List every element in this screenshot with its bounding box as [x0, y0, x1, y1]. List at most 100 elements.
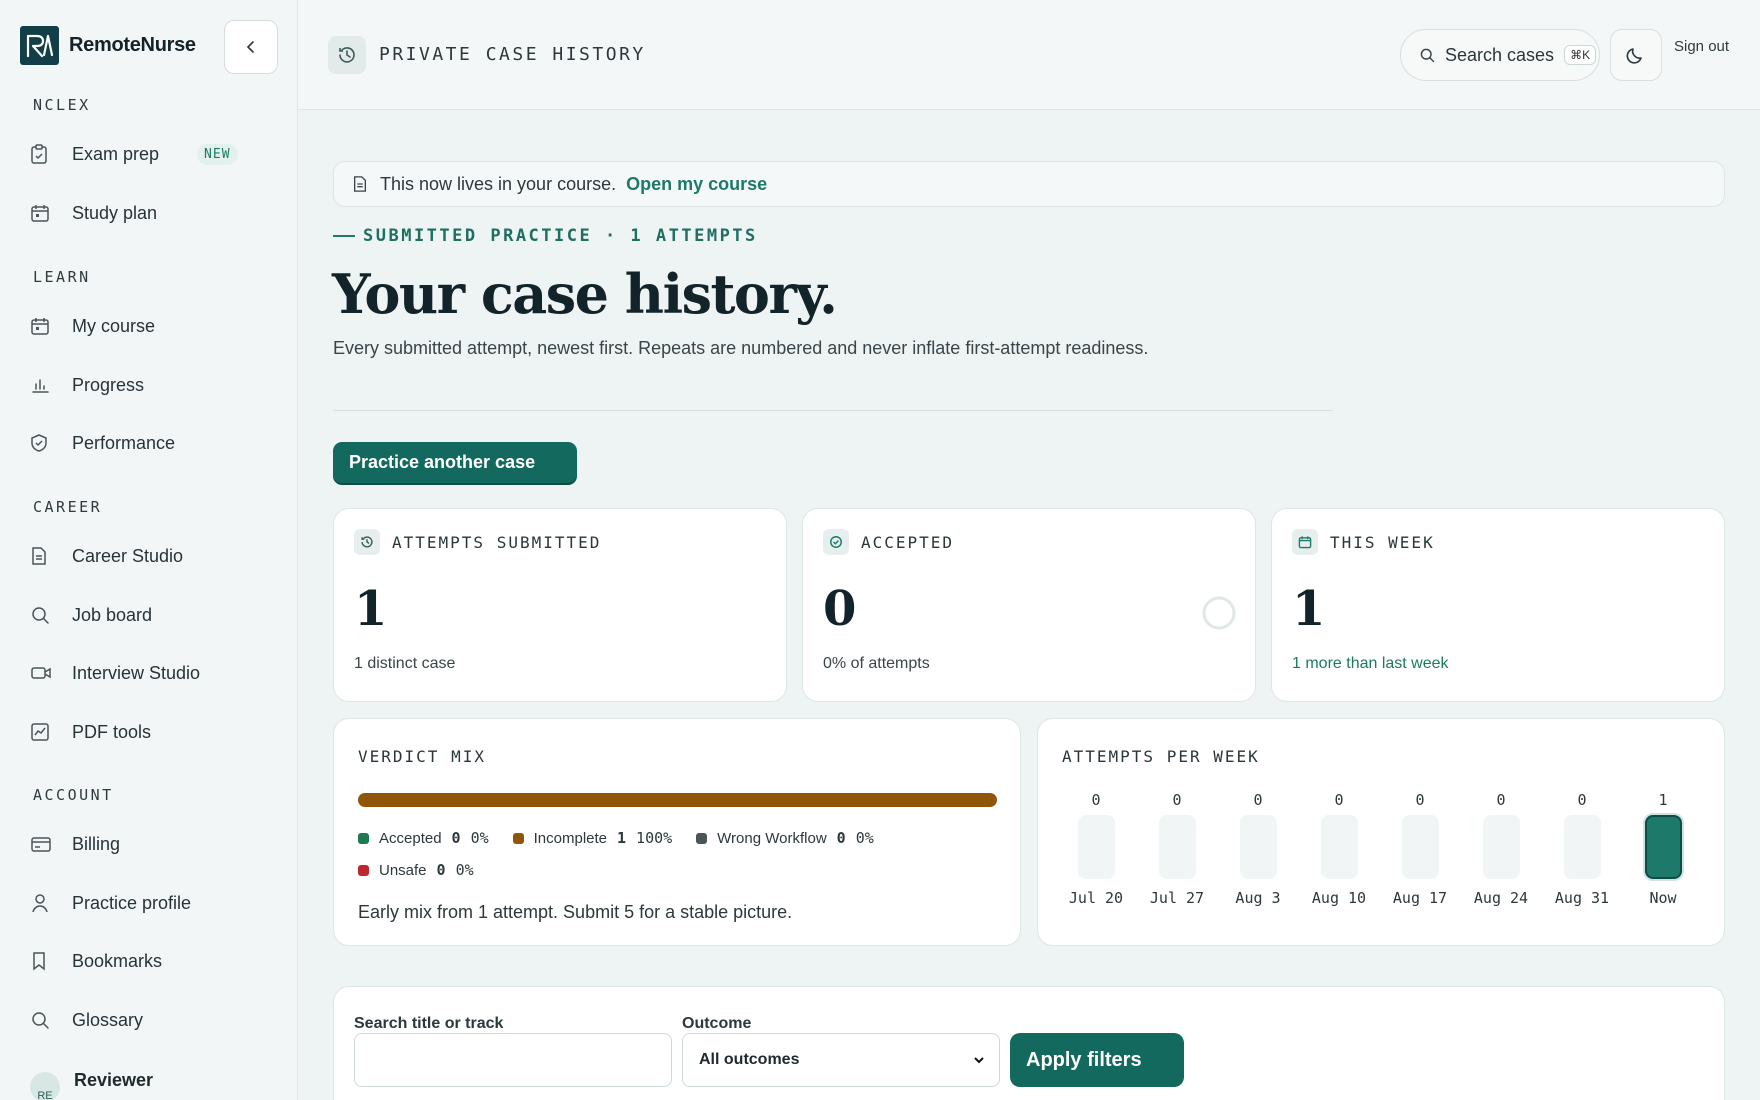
legend-count: 0: [836, 829, 846, 847]
practice-another-case-button[interactable]: Practice another case: [333, 442, 577, 483]
clipboard-check-icon: [30, 144, 56, 164]
sidebar-item-label: Glossary: [72, 1009, 144, 1030]
section-label-career: CAREER: [33, 498, 103, 516]
heading: Your case history.: [332, 262, 838, 326]
outcome-selected-value: All outcomes: [699, 1051, 800, 1068]
week-bar: [1401, 815, 1439, 879]
legend-pct: 0%: [855, 829, 874, 847]
collapse-sidebar-button[interactable]: [224, 20, 278, 74]
week-column: 0 Aug 24: [1471, 791, 1531, 907]
sidebar-item-label: Exam prep: [72, 143, 160, 164]
legend-count: 0: [451, 829, 461, 847]
user-name: Reviewer: [74, 1069, 154, 1090]
legend-item-incomplete: Incomplete 1 100%: [512, 829, 672, 847]
week-bar: [1482, 815, 1520, 879]
page-title: PRIVATE CASE HISTORY: [379, 44, 646, 65]
sidebar-item-label: Billing: [72, 833, 121, 854]
legend-swatch: [358, 832, 369, 844]
week-bar: [1077, 815, 1115, 879]
sidebar-item-pdf-tools[interactable]: PDF tools: [30, 712, 270, 752]
calendar-icon: [1292, 529, 1318, 555]
chart-box-icon: [30, 722, 56, 742]
stat-card-this-week: THIS WEEK 1 1 more than last week: [1271, 508, 1725, 702]
sidebar-item-study-plan[interactable]: Study plan: [30, 193, 270, 233]
verdict-mix-bar: [358, 793, 997, 807]
calendar-icon: [30, 203, 56, 223]
panel-label: VERDICT MIX: [358, 747, 486, 766]
sidebar-item-my-course[interactable]: My course: [30, 306, 270, 346]
week-label: Jul 20: [1068, 889, 1124, 907]
theme-toggle-button[interactable]: [1610, 29, 1662, 81]
search-cases-label: Search cases: [1445, 44, 1555, 65]
sidebar-item-bookmarks[interactable]: Bookmarks: [30, 941, 270, 981]
avatar: RE: [30, 1072, 60, 1100]
sidebar-item-exam-prep[interactable]: Exam prep NEW: [30, 134, 270, 174]
week-column: 0 Aug 10: [1309, 791, 1369, 907]
week-column: 0 Jul 20: [1066, 791, 1126, 907]
user-menu[interactable]: RE Reviewer: [30, 1069, 154, 1100]
sign-out-link[interactable]: Sign out: [1674, 38, 1729, 55]
week-label: Now: [1649, 889, 1677, 907]
sidebar-item-progress[interactable]: Progress: [30, 365, 270, 405]
verdict-mix-panel: VERDICT MIX Accepted 0 0% Incomplete 1 1…: [333, 718, 1021, 946]
brand-logo-icon: [20, 26, 59, 65]
sidebar-item-glossary[interactable]: Glossary: [30, 1000, 270, 1040]
course-notice: This now lives in your course. Open my c…: [333, 161, 1725, 207]
legend-swatch: [358, 864, 369, 876]
search-title-label: Search title or track: [354, 1015, 504, 1032]
brand-name: RemoteNurse: [69, 34, 196, 56]
stat-value: 0: [823, 581, 857, 637]
legend-swatch: [512, 832, 524, 844]
brand[interactable]: RemoteNurse: [20, 26, 196, 65]
sidebar-item-label: Performance: [72, 432, 176, 453]
legend-swatch: [696, 832, 708, 844]
bar-chart-icon: [30, 375, 56, 395]
divider: [333, 410, 1333, 411]
week-column: 0 Aug 17: [1390, 791, 1450, 907]
sidebar-item-performance[interactable]: Performance: [30, 423, 270, 463]
sidebar-item-billing[interactable]: Billing: [30, 824, 270, 864]
search-icon: [1420, 48, 1435, 63]
legend-name: Wrong Workflow: [717, 829, 827, 847]
sidebar-item-career-studio[interactable]: Career Studio: [30, 536, 270, 576]
legend-pct: 0%: [455, 861, 474, 879]
new-badge: NEW: [197, 143, 238, 165]
user-icon: [30, 893, 56, 913]
legend-count: 0: [436, 861, 446, 879]
subtitle: Every submitted attempt, newest first. R…: [333, 338, 1149, 358]
open-course-link[interactable]: Open my course: [626, 174, 767, 195]
legend-name: Incomplete: [533, 829, 608, 847]
eyebrow-text: SUBMITTED PRACTICE · 1 ATTEMPTS: [363, 226, 758, 246]
top-bar: PRIVATE CASE HISTORY Search cases ⌘K Sig…: [298, 0, 1760, 110]
week-bar: [1320, 815, 1358, 879]
outcome-select[interactable]: All outcomes: [682, 1033, 1000, 1087]
sidebar-item-interview-studio[interactable]: Interview Studio: [30, 653, 270, 693]
section-label-learn: LEARN: [33, 268, 91, 286]
chevron-down-icon: [974, 1057, 984, 1064]
history-icon: [328, 36, 366, 74]
legend-name: Accepted: [379, 829, 442, 847]
sidebar-item-label: PDF tools: [72, 721, 152, 742]
week-value: 0: [1577, 791, 1587, 809]
apply-filters-button[interactable]: Apply filters: [1010, 1033, 1184, 1087]
search-icon: [30, 1010, 56, 1030]
week-bar: [1563, 815, 1601, 879]
stat-sub: 0% of attempts: [823, 655, 930, 672]
week-label: Aug 17: [1392, 889, 1448, 907]
week-value: 0: [1091, 791, 1101, 809]
sidebar-item-job-board[interactable]: Job board: [30, 595, 270, 635]
legend-pct: 0%: [470, 829, 489, 847]
stat-label: ACCEPTED: [861, 532, 955, 552]
search-cases-button[interactable]: Search cases ⌘K: [1400, 29, 1600, 81]
legend-name: Unsafe: [379, 861, 427, 879]
week-value: 0: [1172, 791, 1182, 809]
search-title-input[interactable]: [354, 1033, 672, 1087]
check-circle-icon: [823, 529, 849, 555]
search-icon: [30, 605, 56, 625]
document-icon: [30, 546, 56, 566]
sidebar-item-practice-profile[interactable]: Practice profile: [30, 883, 270, 923]
filters-panel: Search title or track Outcome All outcom…: [333, 986, 1725, 1100]
week-label: Aug 24: [1473, 889, 1529, 907]
week-column: 1 Now: [1633, 791, 1693, 907]
verdict-mix-note: Early mix from 1 attempt. Submit 5 for a…: [358, 902, 793, 922]
